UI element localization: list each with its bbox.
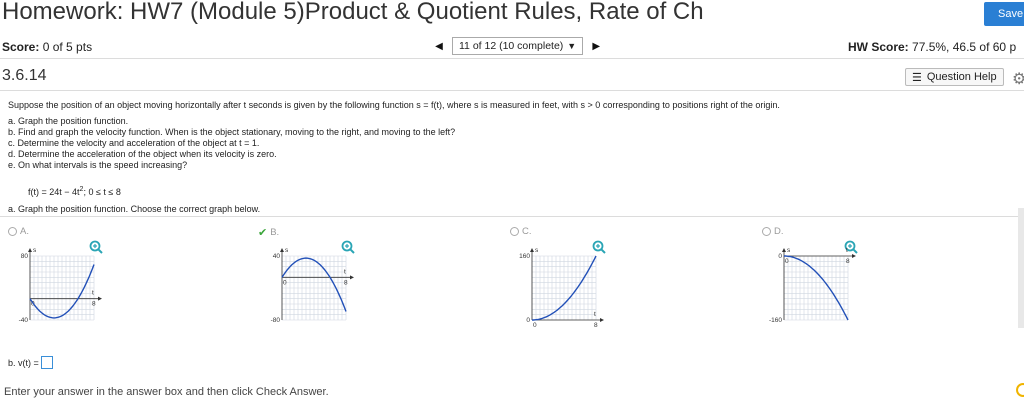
option-a-graph: s80-40t80 <box>19 247 102 324</box>
x-tick-label: 8 <box>92 301 96 308</box>
option-d[interactable]: D. <box>762 226 784 237</box>
title-bar: Homework: HW7 (Module 5)Product & Quotie… <box>0 0 1024 30</box>
part-b-prompt: b. v(t) = <box>8 357 39 368</box>
option-b-graph: s 40 -80 t 8 0 <box>271 247 354 324</box>
hw-score-label: HW Score: <box>848 40 909 54</box>
y-top-tick-label: 80 <box>21 253 29 260</box>
s-axis-label: s <box>33 247 37 254</box>
list-icon: ☰ <box>912 71 922 84</box>
option-c-letter: C. <box>522 226 532 237</box>
x-tick-label: 8 <box>344 279 348 286</box>
answer-input[interactable] <box>40 356 53 369</box>
s-axis-label: s <box>285 247 289 254</box>
s-axis-label: s <box>535 247 539 254</box>
t-axis-label: t <box>344 268 346 275</box>
problem-statement: Suppose the position of an object moving… <box>8 100 780 171</box>
gear-icon[interactable]: ⚙ <box>1012 69 1024 89</box>
origin-label: 0 <box>533 322 537 328</box>
x-tick-label: 8 <box>594 322 598 328</box>
problem-part-d: d. Determine the acceleration of the obj… <box>8 149 277 159</box>
status-circle-icon[interactable] <box>1016 383 1024 397</box>
option-a-letter: A. <box>20 226 29 237</box>
question-help-button[interactable]: ☰ Question Help <box>905 68 1004 86</box>
scrollbar[interactable] <box>1018 208 1024 328</box>
t-axis-label: t <box>846 247 848 254</box>
checkmark-icon: ✔ <box>258 227 268 239</box>
triangle-left-icon: ◀ <box>435 40 443 52</box>
y-bottom-tick-label: -80 <box>271 317 281 324</box>
t-axis-label: t <box>92 290 94 297</box>
question-nav: ◀ 11 of 12 (10 complete) ▼ ▶ <box>430 37 605 55</box>
function-domain: ; 0 ≤ t ≤ 8 <box>83 187 121 197</box>
caret-down-icon: ▼ <box>567 41 577 51</box>
y-bottom-tick-label: -40 <box>19 317 29 324</box>
option-c-graph: s 160 0 t 8 0 <box>519 247 604 328</box>
y-bottom-tick-label: -160 <box>769 317 782 324</box>
score-row: Score: 0 of 5 pts ◀ 11 of 12 (10 complet… <box>0 34 1024 59</box>
t-axis-label: t <box>594 311 596 318</box>
origin-label: 0 <box>785 258 789 265</box>
problem-part-e: e. On what intervals is the speed increa… <box>8 160 188 170</box>
hw-score: HW Score: 77.5%, 46.5 of 60 p <box>848 40 1016 54</box>
question-number: 3.6.14 <box>2 67 47 84</box>
triangle-right-icon: ▶ <box>592 40 601 52</box>
option-d-letter: D. <box>774 226 784 237</box>
score: Score: 0 of 5 pts <box>2 40 92 54</box>
hw-score-value: 77.5%, 46.5 of 60 p <box>912 40 1017 54</box>
option-b[interactable]: ✔ B. <box>258 226 279 239</box>
part-a-header: a. Graph the position function. Choose t… <box>0 202 1024 217</box>
option-a-radio[interactable] <box>8 227 17 236</box>
question-header: 3.6.14 ☰ Question Help ⚙ <box>0 64 1024 91</box>
function-definition: f(t) = 24t − 4t2; 0 ≤ t ≤ 8 <box>28 186 121 197</box>
save-button[interactable]: Save <box>984 2 1024 26</box>
problem-intro: Suppose the position of an object moving… <box>8 100 780 110</box>
question-selector-text: 11 of 12 (10 complete) <box>459 40 564 52</box>
y-top-tick-label: 160 <box>519 253 530 260</box>
y-top-tick-label: 40 <box>273 253 281 260</box>
part-a-prompt: a. Graph the position function. Choose t… <box>8 204 261 214</box>
option-a[interactable]: A. <box>8 226 29 237</box>
option-d-graph: s0-160t80 <box>769 247 856 324</box>
option-c-radio[interactable] <box>510 227 519 236</box>
question-selector[interactable]: 11 of 12 (10 complete) ▼ <box>452 37 584 55</box>
y-bottom-tick-label: 0 <box>526 317 530 324</box>
question-help-label: Question Help <box>926 71 997 83</box>
score-label: Score: <box>2 40 40 54</box>
origin-label: 0 <box>283 279 287 286</box>
s-axis-label: s <box>787 247 791 254</box>
previous-question-button[interactable]: ◀ <box>430 37 448 55</box>
y-top-tick-label: 0 <box>778 253 782 260</box>
footer-instruction: Enter your answer in the answer box and … <box>4 386 329 398</box>
problem-part-c: c. Determine the velocity and accelerati… <box>8 138 260 148</box>
option-d-radio[interactable] <box>762 227 771 236</box>
option-c[interactable]: C. <box>510 226 532 237</box>
problem-part-a: a. Graph the position function. <box>8 116 129 126</box>
score-value: 0 of 5 pts <box>42 40 93 54</box>
next-question-button[interactable]: ▶ <box>587 37 605 55</box>
page-title: Homework: HW7 (Module 5)Product & Quotie… <box>2 0 704 25</box>
problem-part-b: b. Find and graph the velocity function.… <box>8 127 456 137</box>
x-tick-label: 8 <box>846 258 850 265</box>
part-b: b. v(t) = <box>8 356 53 369</box>
function-text: f(t) = 24t − 4t <box>28 187 80 197</box>
option-b-letter: B. <box>270 227 280 238</box>
